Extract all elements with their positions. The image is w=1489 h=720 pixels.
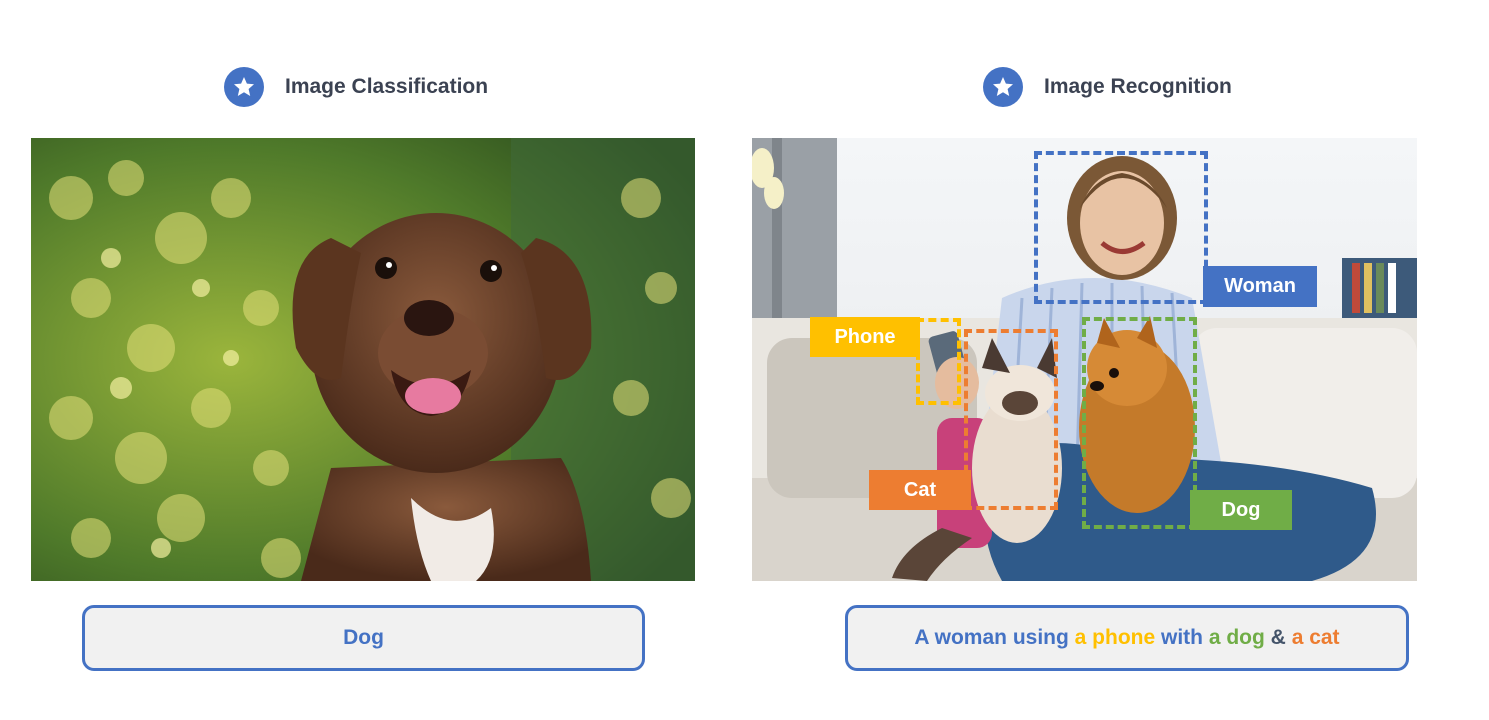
recognition-result-text: A woman using a phone with a dog & a cat — [914, 626, 1339, 650]
classification-result: Dog — [82, 605, 645, 671]
recognition-result: A woman using a phone with a dog & a cat — [845, 605, 1409, 671]
right-panel-title: Image Recognition — [1044, 75, 1232, 98]
living-room-photo: Woman Phone Cat Dog — [752, 138, 1417, 581]
star-icon — [983, 67, 1023, 107]
classification-result-text: Dog — [343, 626, 384, 649]
star-icon — [224, 67, 264, 107]
puppy-photo — [31, 138, 695, 581]
phone-label: Phone — [810, 317, 920, 357]
left-panel-title: Image Classification — [285, 75, 489, 98]
caption-part: with — [1155, 626, 1209, 649]
caption-part: a dog — [1208, 626, 1265, 649]
woman-label: Woman — [1203, 266, 1317, 307]
caption-part: a cat — [1291, 626, 1340, 649]
phone-bounding-box — [916, 318, 961, 405]
caption-part: A woman using — [914, 626, 1075, 649]
cat-bounding-box — [964, 329, 1058, 510]
left-panel-header: Image Classification — [224, 66, 488, 108]
caption-part: a phone — [1074, 626, 1156, 649]
dog-bounding-box — [1082, 317, 1197, 529]
right-panel-header: Image Recognition — [983, 66, 1232, 108]
cat-label: Cat — [869, 470, 971, 510]
dog-label: Dog — [1190, 490, 1292, 530]
caption-part: & — [1264, 626, 1292, 649]
woman-bounding-box — [1034, 151, 1208, 304]
